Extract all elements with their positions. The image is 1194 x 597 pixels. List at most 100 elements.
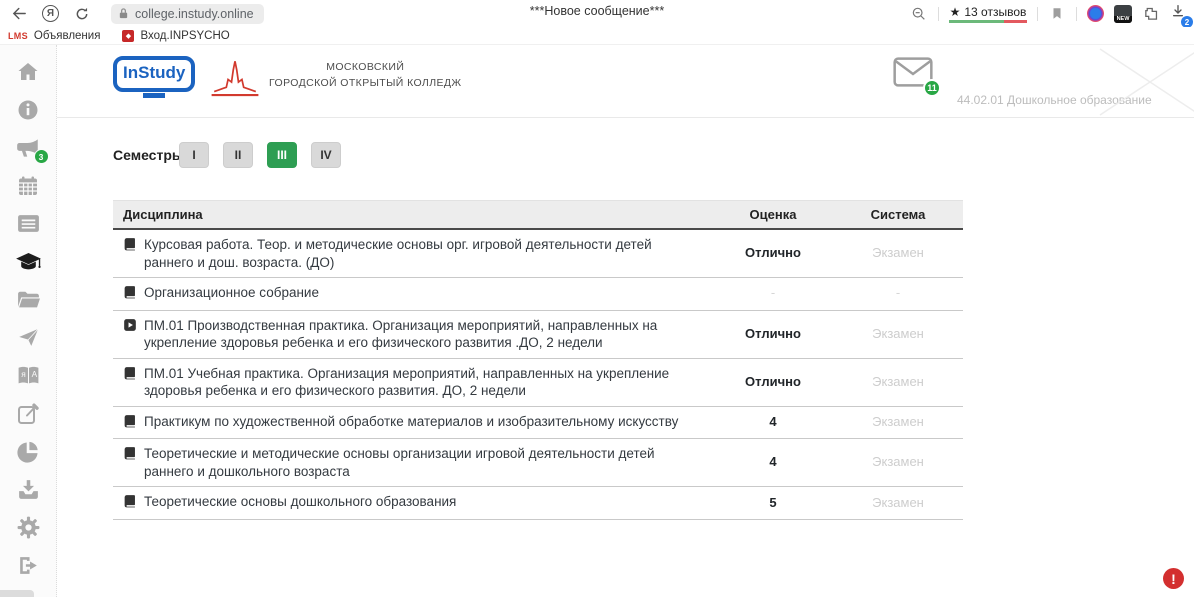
table-row[interactable]: Курсовая работа. Теор. и методические ос… <box>113 229 963 278</box>
book-icon <box>123 414 137 433</box>
college-logo: МОСКОВСКИЙ ГОРОДСКОЙ ОТКРЫТЫЙ КОЛЛЕДЖ <box>209 53 462 99</box>
url-text: college.instudy.online <box>135 7 254 21</box>
discipline-link[interactable]: Теоретические и методические основы орга… <box>144 445 703 480</box>
college-name: МОСКОВСКИЙ ГОРОДСКОЙ ОТКРЫТЫЙ КОЛЛЕДЖ <box>269 60 462 92</box>
grade-cell: Отлично <box>713 358 833 406</box>
back-icon[interactable] <box>10 5 28 23</box>
info-icon[interactable] <box>15 96 42 123</box>
divider <box>1076 7 1077 21</box>
reviews-button[interactable]: ★ 13 отзывов <box>949 5 1027 23</box>
divider <box>1037 7 1038 21</box>
refresh-icon[interactable] <box>73 5 91 23</box>
bookmark-item-announcements[interactable]: LMS Объявления <box>8 30 100 42</box>
grade-cell: Отлично <box>713 229 833 278</box>
pie-chart-icon[interactable] <box>15 438 42 465</box>
semester-button-4[interactable]: IV <box>311 142 341 168</box>
grade-cell: 5 <box>713 487 833 520</box>
col-system: Система <box>833 201 963 230</box>
discipline-link[interactable]: Организационное собрание <box>144 284 319 302</box>
semesters-label: Семестры <box>113 147 179 163</box>
inpsycho-favicon: ◆ <box>122 30 134 42</box>
search-icon[interactable] <box>910 5 928 23</box>
semester-switcher: Семестры I II III IV <box>113 142 1194 168</box>
downloads-button[interactable]: 2 <box>1170 3 1186 24</box>
discipline-link[interactable]: ПМ.01 Производственная практика. Организ… <box>144 317 703 352</box>
avatar-placeholder <box>1098 47 1194 122</box>
system-cell: Экзамен <box>833 439 963 487</box>
book-icon <box>123 285 137 304</box>
book-icon <box>123 494 137 513</box>
discipline-link[interactable]: ПМ.01 Учебная практика. Организация меро… <box>144 365 703 400</box>
discipline-link[interactable]: Практикум по художественной обработке ма… <box>144 413 678 431</box>
bookmark-item-inpsycho[interactable]: ◆ Вход.INPSYCHO <box>122 30 229 42</box>
card-list-icon[interactable] <box>15 210 42 237</box>
book-icon <box>123 366 137 385</box>
play-icon <box>123 318 137 337</box>
grades-icon[interactable] <box>15 248 42 275</box>
system-cell: Экзамен <box>833 487 963 520</box>
instudy-logo-text: InStudy <box>113 56 195 92</box>
table-row[interactable]: Теоретические и методические основы орга… <box>113 439 963 487</box>
grade-cell: - <box>713 278 833 311</box>
main-content: InStudy МОСКОВСКИЙ ГОРОДСКОЙ ОТКРЫТЫЙ КО… <box>57 45 1194 597</box>
system-cell: Экзамен <box>833 358 963 406</box>
system-cell: Экзамен <box>833 229 963 278</box>
col-grade: Оценка <box>713 201 833 230</box>
college-building-icon <box>209 53 261 99</box>
browser-logo-icon[interactable]: Я <box>42 5 59 22</box>
discipline-link[interactable]: Теоретические основы дошкольного образов… <box>144 493 456 511</box>
sidebar: 3 яA <box>0 45 57 597</box>
table-row[interactable]: Организационное собрание - - <box>113 278 963 311</box>
extension-icon[interactable] <box>1087 5 1104 22</box>
semester-button-2[interactable]: II <box>223 142 253 168</box>
instudy-logo[interactable]: InStudy <box>113 56 195 98</box>
table-row[interactable]: ПМ.01 Учебная практика. Организация меро… <box>113 358 963 406</box>
discipline-link[interactable]: Курсовая работа. Теор. и методические ос… <box>144 236 703 271</box>
table-header-row: Дисциплина Оценка Система <box>113 201 963 230</box>
alert-button[interactable]: ! <box>1163 568 1184 589</box>
extension-new-icon[interactable]: NEW <box>1114 5 1132 23</box>
send-icon[interactable] <box>15 324 42 351</box>
screen: Я college.instudy.online ***Новое сообще… <box>0 0 1194 597</box>
mail-button[interactable]: 11 <box>893 57 933 92</box>
browser-chrome: Я college.instudy.online ***Новое сообще… <box>0 0 1194 27</box>
grades-table: Дисциплина Оценка Система Курсовая работ… <box>113 200 963 520</box>
table-row[interactable]: ПМ.01 Производственная практика. Организ… <box>113 310 963 358</box>
folder-icon[interactable] <box>15 286 42 313</box>
grade-cell: 4 <box>713 406 833 439</box>
book-icon <box>123 446 137 465</box>
status-sliver <box>0 590 34 597</box>
address-bar[interactable]: college.instudy.online <box>111 4 264 24</box>
svg-text:A: A <box>31 369 37 379</box>
grade-cell: Отлично <box>713 310 833 358</box>
grade-cell: 4 <box>713 439 833 487</box>
plugin-icon[interactable] <box>1142 5 1160 23</box>
app-header: InStudy МОСКОВСКИЙ ГОРОДСКОЙ ОТКРЫТЫЙ КО… <box>57 45 1194 118</box>
announcements-icon[interactable]: 3 <box>15 134 42 161</box>
calendar-icon[interactable] <box>15 172 42 199</box>
star-icon: ★ <box>950 5 961 19</box>
edit-icon[interactable] <box>15 400 42 427</box>
download-icon[interactable] <box>15 476 42 503</box>
lms-favicon: LMS <box>8 31 28 41</box>
home-icon[interactable] <box>15 58 42 85</box>
bookmark-icon[interactable] <box>1048 5 1066 23</box>
settings-icon[interactable] <box>15 514 42 541</box>
divider <box>938 7 939 21</box>
system-cell: Экзамен <box>833 406 963 439</box>
system-cell: - <box>833 278 963 311</box>
semester-button-1[interactable]: I <box>179 142 209 168</box>
translate-icon[interactable]: яA <box>15 362 42 389</box>
mail-badge: 11 <box>923 79 941 97</box>
table-row[interactable]: Теоретические основы дошкольного образов… <box>113 487 963 520</box>
logout-icon[interactable] <box>15 552 42 579</box>
page-title: ***Новое сообщение*** <box>530 4 664 18</box>
svg-text:я: я <box>21 369 26 379</box>
system-cell: Экзамен <box>833 310 963 358</box>
semester-button-3[interactable]: III <box>267 142 297 168</box>
reviews-label: 13 отзывов <box>964 5 1026 19</box>
bookmarks-bar: LMS Объявления ◆ Вход.INPSYCHO <box>0 27 1194 45</box>
book-icon <box>123 237 137 256</box>
table-row[interactable]: Практикум по художественной обработке ма… <box>113 406 963 439</box>
reviews-rating-bar <box>949 20 1027 23</box>
